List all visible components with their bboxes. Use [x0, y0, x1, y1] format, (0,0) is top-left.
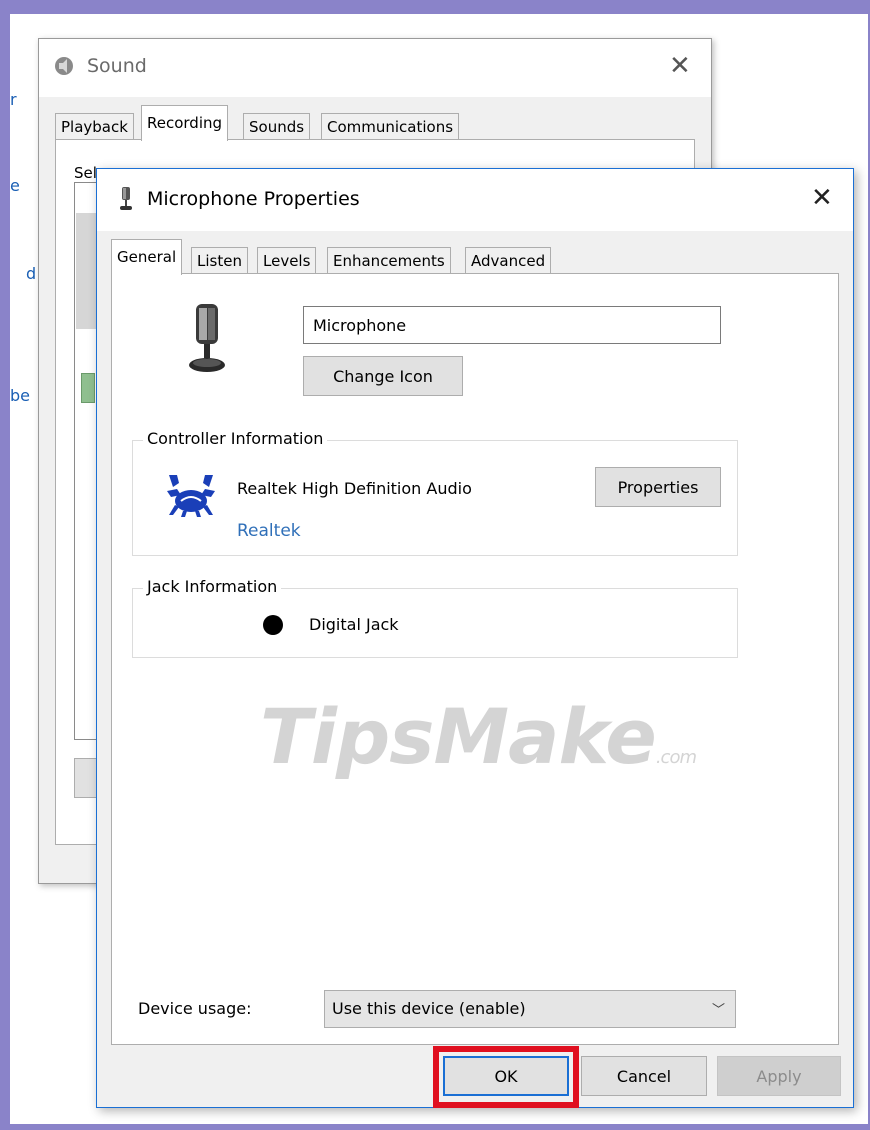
device-usage-label: Device usage: — [138, 999, 252, 1018]
device-name-input[interactable] — [303, 306, 721, 344]
close-icon[interactable]: ✕ — [669, 53, 691, 79]
device-usage-value: Use this device (enable) — [332, 999, 526, 1018]
controller-information-legend: Controller Information — [143, 429, 328, 448]
sound-title-bar[interactable]: Sound ✕ — [39, 39, 711, 97]
realtek-crab-logo — [167, 475, 215, 517]
general-tab-content: Change Icon Controller Information Realt… — [111, 273, 839, 1045]
speaker-icon — [55, 57, 73, 75]
scrollbar[interactable] — [76, 213, 96, 329]
watermark: TipsMake.com — [260, 692, 697, 781]
device-usage-select[interactable]: Use this device (enable) ﹀ — [324, 990, 736, 1028]
tab-sounds[interactable]: Sounds — [243, 113, 311, 141]
dialog-title-bar[interactable]: Microphone Properties ✕ — [97, 169, 853, 231]
dialog-title: Microphone Properties — [147, 188, 360, 210]
instruction-text: Sel — [74, 164, 97, 182]
background-text-fragment: d — [26, 264, 37, 283]
jack-name: Digital Jack — [309, 615, 399, 634]
tab-levels[interactable]: Levels — [257, 247, 317, 275]
tab-advanced[interactable]: Advanced — [465, 247, 552, 275]
background-text-fragment: be — [10, 386, 30, 405]
tab-enhancements[interactable]: Enhancements — [327, 247, 451, 275]
tab-recording[interactable]: Recording — [141, 105, 229, 141]
microphone-properties-dialog[interactable]: Microphone Properties ✕ General Listen L… — [96, 168, 854, 1108]
jack-dot-icon — [263, 615, 283, 635]
close-icon[interactable]: ✕ — [811, 185, 833, 211]
background-text-fragment: e — [10, 176, 20, 195]
change-icon-button[interactable]: Change Icon — [303, 356, 463, 396]
jack-information-group: Jack Information Digital Jack — [132, 577, 738, 658]
cancel-button[interactable]: Cancel — [581, 1056, 707, 1096]
controller-information-group: Controller Information Realtek High Defi… — [132, 429, 738, 556]
background-text-fragment: r — [10, 90, 17, 109]
device-icon[interactable] — [81, 373, 95, 403]
controller-properties-button[interactable]: Properties — [595, 467, 721, 507]
sound-window-title: Sound — [87, 55, 147, 77]
chevron-down-icon: ﹀ — [711, 1003, 725, 1018]
controller-link[interactable]: Realtek — [237, 521, 301, 541]
tab-listen[interactable]: Listen — [191, 247, 248, 275]
tab-playback[interactable]: Playback — [55, 113, 134, 141]
watermark-suffix: .com — [655, 747, 697, 768]
ok-button[interactable]: OK — [443, 1056, 569, 1096]
apply-button[interactable]: Apply — [717, 1056, 841, 1096]
tab-communications[interactable]: Communications — [321, 113, 460, 141]
tab-general[interactable]: General — [111, 239, 183, 275]
jack-information-legend: Jack Information — [143, 577, 282, 596]
watermark-main: TipsMake — [260, 692, 657, 781]
controller-name: Realtek High Definition Audio — [237, 479, 472, 498]
microphone-icon — [120, 187, 132, 210]
microphone-icon — [189, 304, 225, 372]
